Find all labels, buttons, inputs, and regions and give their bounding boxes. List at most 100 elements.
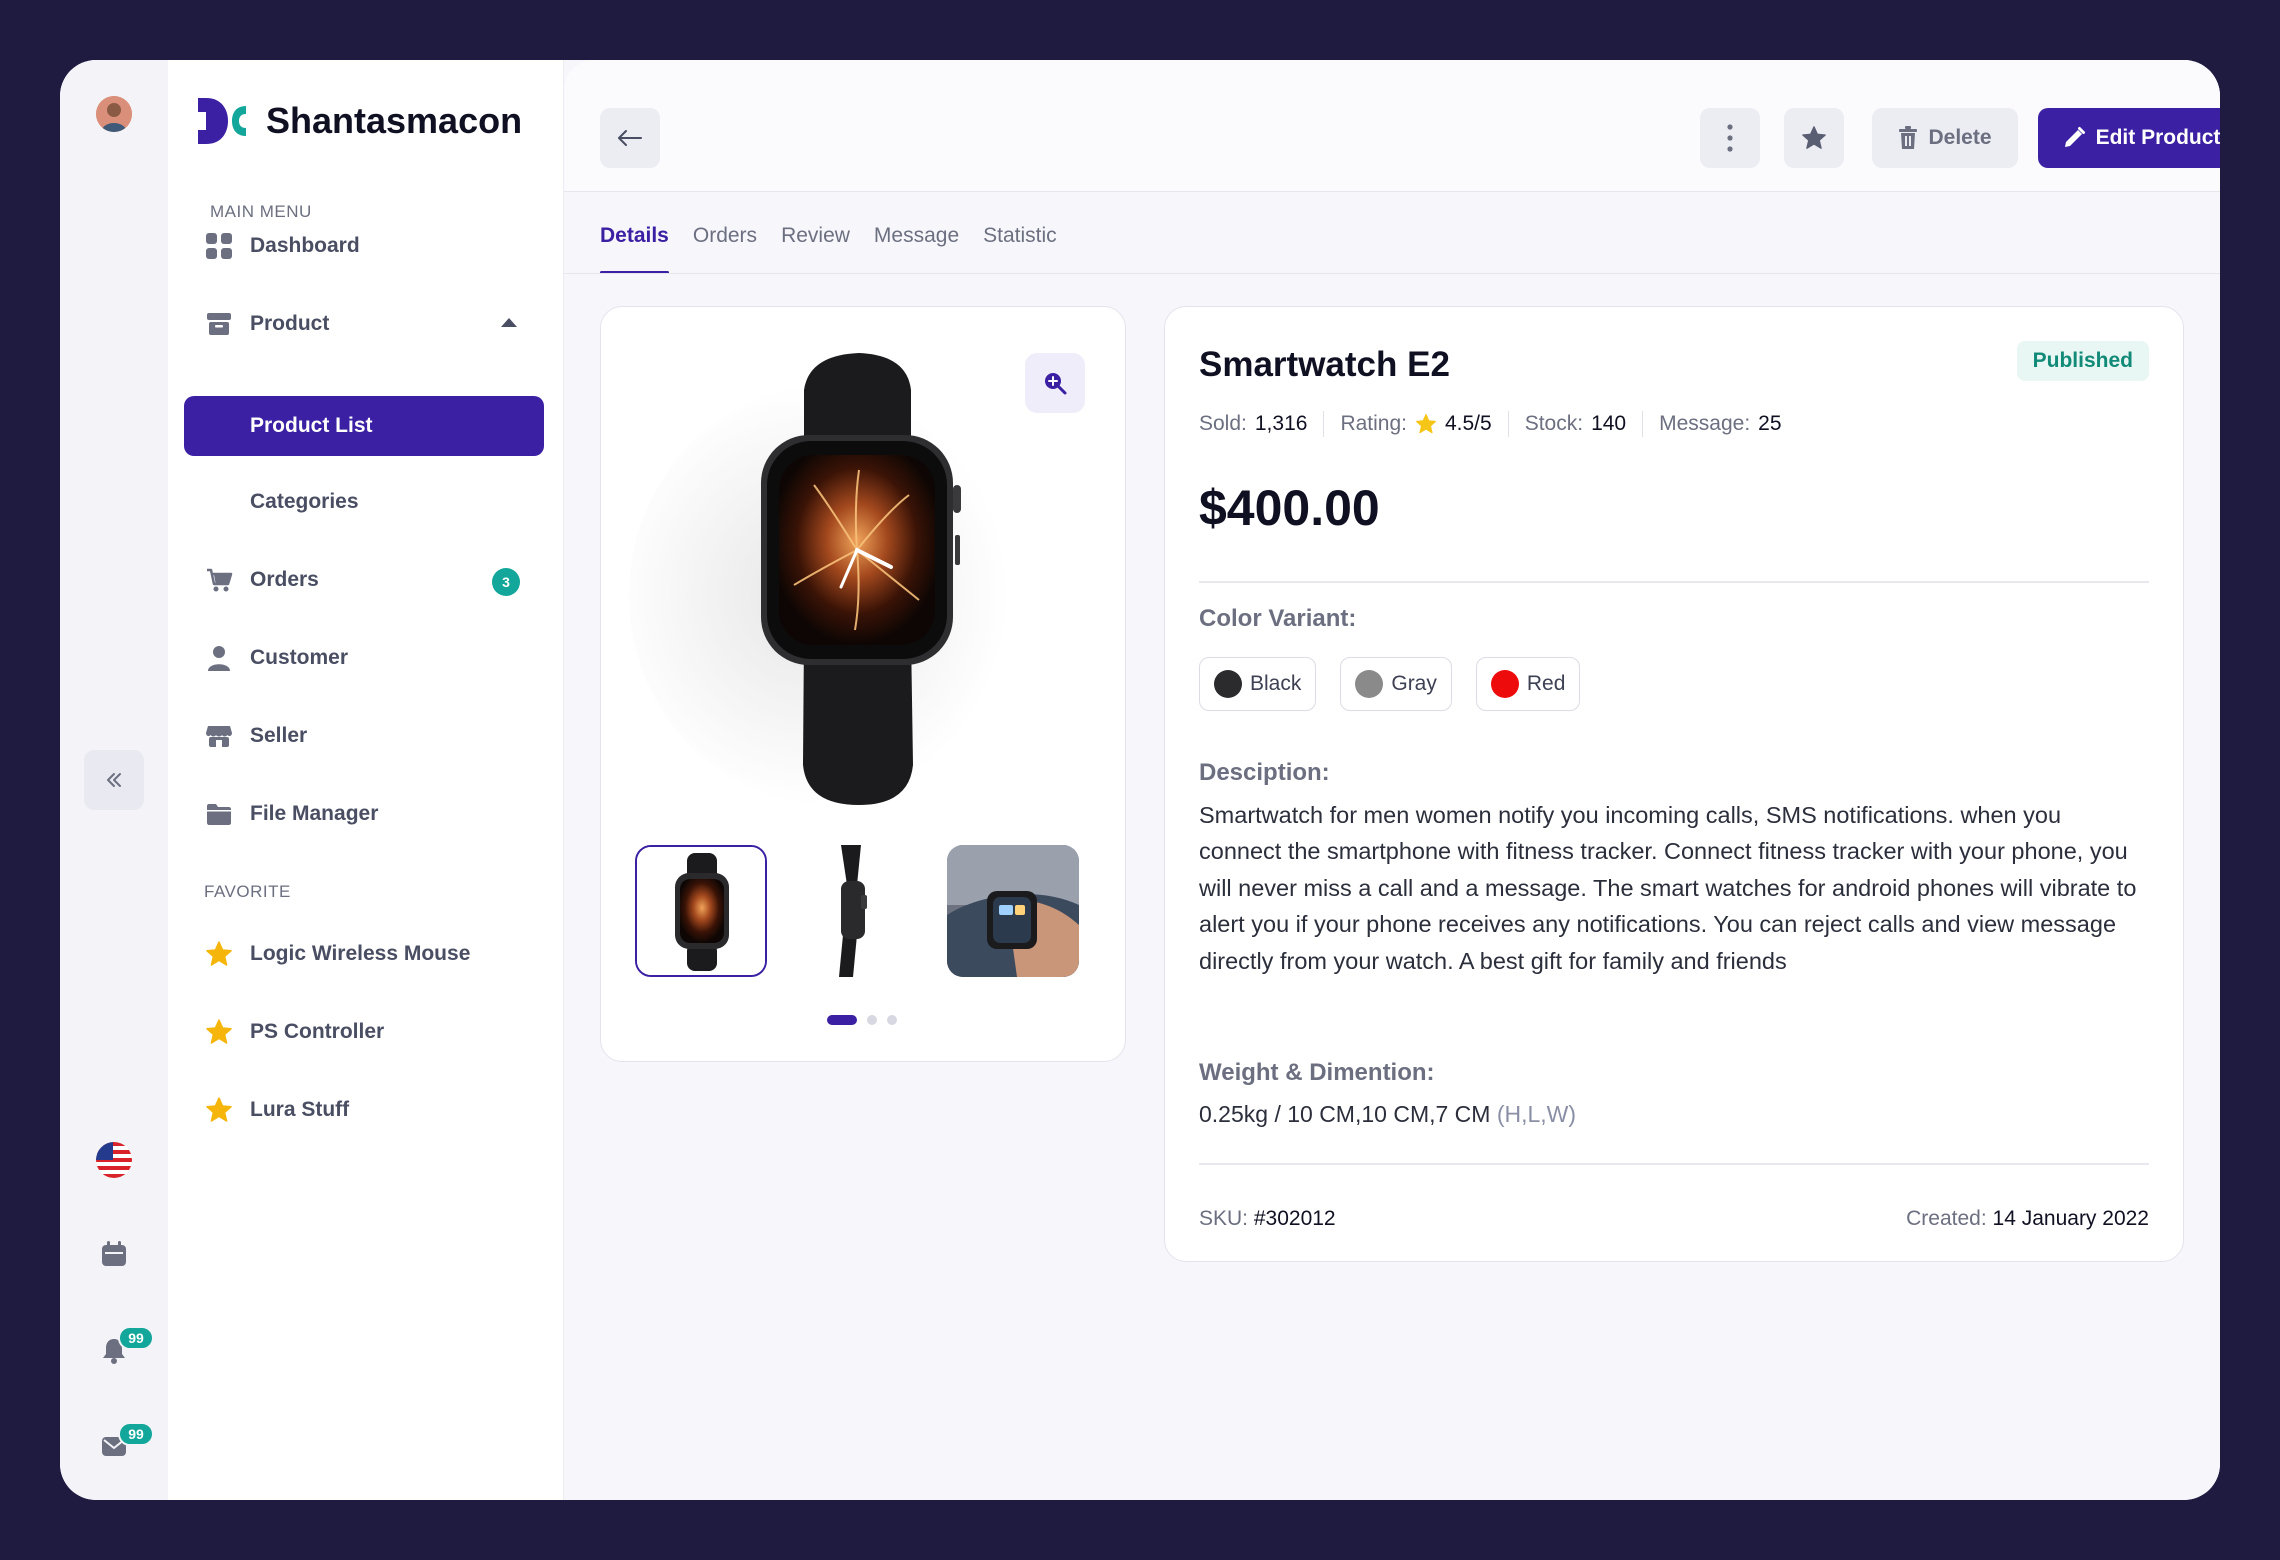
favorite-item-logic-wireless-mouse[interactable]: Logic Wireless Mouse [184, 924, 544, 984]
stat-messages: Message: 25 [1659, 412, 1781, 436]
stat-stock-value: 140 [1591, 412, 1627, 435]
messages-badge: 99 [118, 1422, 154, 1446]
product-thumbnail[interactable] [635, 845, 767, 977]
back-button[interactable] [600, 108, 660, 168]
zoom-in-icon [1045, 373, 1067, 395]
weight-dimension-value: 0.25kg / 10 CM,10 CM,7 CM (H,L,W) [1199, 1101, 1576, 1128]
variant-black[interactable]: Black [1199, 657, 1317, 711]
created-value: 14 January 2022 [1992, 1207, 2149, 1230]
sidebar-item-seller[interactable]: Seller [184, 706, 544, 766]
sku: SKU: #302012 [1199, 1207, 1336, 1231]
sidebar: Shantasmacon MAIN MENU Dashboard Product… [168, 60, 564, 1500]
product-detail-card: Smartwatch E2 Published Sold: 1,316 Rati… [1164, 306, 2184, 1262]
sidebar-item-dashboard[interactable]: Dashboard [184, 216, 544, 276]
edit-product-button[interactable]: Edit Product [2038, 108, 2220, 168]
us-flag-icon[interactable] [96, 1142, 132, 1178]
zoom-button[interactable] [1025, 353, 1085, 413]
sidebar-item-label: Customer [250, 646, 349, 669]
avatar[interactable] [96, 96, 132, 132]
main-content: Delete Edit Product Details Orders Revie… [564, 60, 2220, 1500]
carousel-dot[interactable] [887, 1015, 897, 1025]
sidebar-item-product-list[interactable]: Product List [184, 396, 544, 456]
stat-stock: Stock: 140 [1525, 412, 1626, 436]
sidebar-item-label: Product [250, 312, 330, 335]
variant-gray[interactable]: Gray [1340, 657, 1452, 711]
tab-bar: Details Orders Review Message Statistic [600, 192, 1057, 274]
collapse-sidebar-button[interactable] [84, 750, 144, 810]
brand[interactable]: Shantasmacon [198, 98, 522, 144]
color-swatch [1355, 670, 1384, 698]
tab-statistic[interactable]: Statistic [983, 192, 1057, 274]
user-icon [204, 643, 234, 673]
color-variant-label: Color Variant: [1199, 605, 1357, 632]
star-icon [204, 939, 234, 969]
sidebar-item-label: Product List [250, 414, 373, 437]
tabs-divider [564, 273, 2220, 274]
stat-sold-label: Sold: [1199, 412, 1247, 435]
store-icon [204, 721, 234, 751]
product-thumbnail[interactable] [791, 845, 923, 977]
sidebar-item-label: Seller [250, 724, 308, 747]
caret-up-icon [501, 318, 517, 327]
archive-icon [204, 309, 234, 339]
stat-sold-value: 1,316 [1254, 412, 1308, 435]
star-icon [204, 1095, 234, 1125]
weight-value: 0.25kg / 10 CM,10 CM,7 CM [1199, 1101, 1491, 1127]
color-variant-list: Black Gray Red [1199, 657, 1581, 711]
carousel-dot[interactable] [867, 1015, 877, 1025]
sidebar-item-label: File Manager [250, 802, 379, 825]
product-thumbnail[interactable] [947, 845, 1079, 977]
toolbar: Delete Edit Product [564, 60, 2220, 192]
product-price: $400.00 [1199, 480, 1380, 536]
variant-label: Gray [1391, 672, 1437, 695]
trash-icon [1899, 126, 1918, 149]
variant-label: Black [1250, 672, 1302, 695]
weight-units: (H,L,W) [1496, 1101, 1577, 1127]
divider [1199, 581, 2149, 583]
sidebar-item-product[interactable]: Product [184, 294, 544, 354]
kebab-menu-icon [1727, 124, 1733, 152]
divider [1507, 411, 1509, 437]
more-options-button[interactable] [1700, 108, 1760, 168]
delete-label: Delete [1928, 126, 1992, 149]
product-description: Smartwatch for men women notify you inco… [1199, 802, 2137, 974]
favorite-item-ps-controller[interactable]: PS Controller [184, 1002, 544, 1062]
delete-button[interactable]: Delete [1872, 108, 2018, 168]
stat-rating-label: Rating: [1340, 412, 1407, 435]
stat-messages-value: 25 [1758, 412, 1782, 435]
stat-messages-label: Message: [1659, 412, 1751, 435]
star-icon [1415, 413, 1437, 434]
device-frame: 99 99 Shantasmacon MAIN MENU Dashboard P… [0, 0, 2280, 1560]
favorite-title: FAVORITE [204, 882, 291, 901]
stat-rating-value: 4.5/5 [1444, 412, 1492, 435]
sidebar-item-file-manager[interactable]: File Manager [184, 784, 544, 844]
status-badge: Published [2016, 341, 2149, 381]
calendar-icon[interactable] [96, 1236, 132, 1272]
weight-dimension-label: Weight & Dimention: [1199, 1059, 1435, 1086]
stat-sold: Sold: 1,316 [1199, 412, 1307, 436]
tab-review[interactable]: Review [781, 192, 850, 274]
sidebar-item-orders[interactable]: Orders 3 [184, 550, 544, 610]
product-stats: Sold: 1,316 Rating: 4.5/5 Stock: 140 Mes… [1199, 411, 1782, 437]
orders-count-badge: 3 [492, 568, 520, 596]
carousel-dot-active[interactable] [827, 1015, 857, 1025]
tab-orders[interactable]: Orders [693, 192, 757, 274]
description-label: Desciption: [1199, 759, 1330, 786]
created-label: Created: [1906, 1207, 1987, 1230]
double-chevron-left-icon [107, 773, 121, 787]
sidebar-item-label: Dashboard [250, 234, 360, 257]
notifications-badge: 99 [118, 1326, 154, 1350]
star-icon [1802, 126, 1826, 149]
folder-icon [204, 799, 234, 829]
sidebar-item-label: Categories [250, 490, 359, 513]
sidebar-item-customer[interactable]: Customer [184, 628, 544, 688]
favorite-item-lura-stuff[interactable]: Lura Stuff [184, 1080, 544, 1140]
color-swatch [1214, 670, 1242, 698]
tab-details[interactable]: Details [600, 192, 669, 274]
sidebar-item-label: Orders [250, 568, 319, 591]
app-window: 99 99 Shantasmacon MAIN MENU Dashboard P… [60, 60, 2220, 1500]
tab-message[interactable]: Message [874, 192, 959, 274]
favorite-button[interactable] [1784, 108, 1844, 168]
sidebar-item-categories[interactable]: Categories [184, 472, 544, 532]
variant-red[interactable]: Red [1475, 657, 1581, 711]
